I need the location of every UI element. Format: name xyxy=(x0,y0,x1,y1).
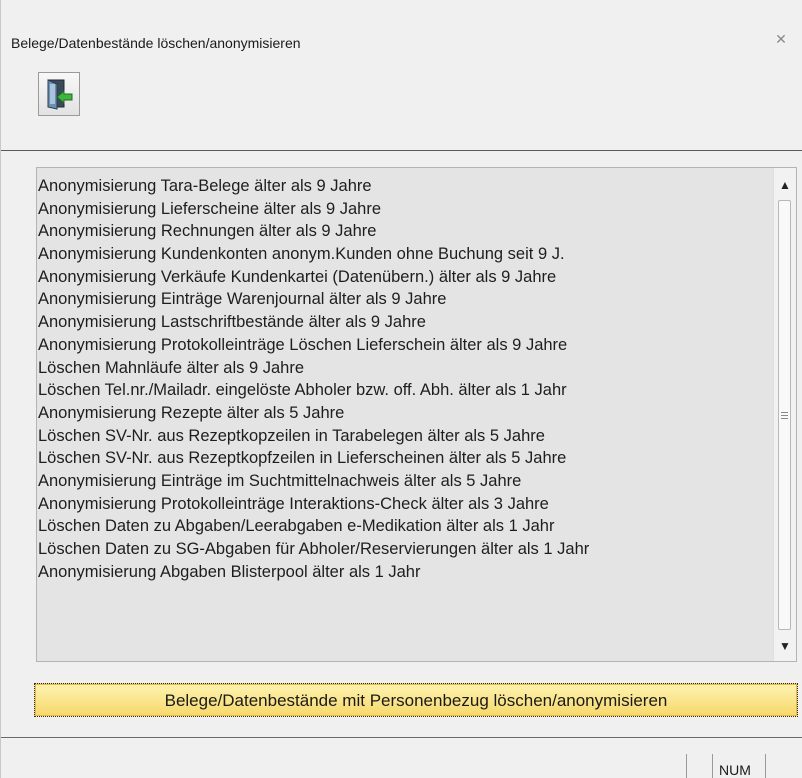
list-item[interactable]: Löschen SV-Nr. aus Rezeptkopfzeilen in L… xyxy=(38,447,589,470)
list-item[interactable]: Löschen Daten zu SG-Abgaben für Abholer/… xyxy=(38,538,589,561)
delete-anonymize-button[interactable]: Belege/Datenbestände mit Personenbezug l… xyxy=(34,683,798,717)
task-list: Anonymisierung Tara-Belege älter als 9 J… xyxy=(38,175,589,583)
status-separator xyxy=(1,737,802,738)
dialog-window: Belege/Datenbestände löschen/anonymisier… xyxy=(0,0,802,778)
list-item[interactable]: Anonymisierung Rechnungen älter als 9 Ja… xyxy=(38,220,589,243)
list-item[interactable]: Anonymisierung Einträge Warenjournal ält… xyxy=(38,288,589,311)
list-item[interactable]: Löschen Daten zu Abgaben/Leerabgaben e-M… xyxy=(38,515,589,538)
list-item[interactable]: Anonymisierung Verkäufe Kundenkartei (Da… xyxy=(38,266,589,289)
list-item[interactable]: Anonymisierung Tara-Belege älter als 9 J… xyxy=(38,175,589,198)
list-item[interactable]: Anonymisierung Einträge im Suchtmittelna… xyxy=(38,470,589,493)
list-item[interactable]: Anonymisierung Protokolleinträge Interak… xyxy=(38,493,589,516)
list-item[interactable]: Anonymisierung Abgaben Blisterpool älter… xyxy=(38,561,589,584)
list-item[interactable]: Löschen SV-Nr. aus Rezeptkopzeilen in Ta… xyxy=(38,425,589,448)
task-listbox[interactable]: Anonymisierung Tara-Belege älter als 9 J… xyxy=(36,167,797,662)
scrollbar-thumb[interactable] xyxy=(778,200,791,630)
exit-button[interactable] xyxy=(38,72,80,116)
list-item[interactable]: Anonymisierung Lastschriftbestände älter… xyxy=(38,311,589,334)
list-item[interactable]: Anonymisierung Rezepte älter als 5 Jahre xyxy=(38,402,589,425)
num-lock-indicator: NUM xyxy=(719,762,751,778)
list-item[interactable]: Löschen Mahnläufe älter als 9 Jahre xyxy=(38,357,589,380)
window-title: Belege/Datenbestände löschen/anonymisier… xyxy=(11,35,301,51)
status-divider xyxy=(765,754,766,778)
exit-door-icon xyxy=(47,79,73,110)
scroll-down-icon[interactable]: ▼ xyxy=(777,639,793,653)
list-item[interactable]: Anonymisierung Lieferscheine älter als 9… xyxy=(38,198,589,221)
status-bar: NUM xyxy=(1,740,802,778)
status-divider xyxy=(686,754,687,778)
status-divider xyxy=(712,754,713,778)
vertical-scrollbar[interactable]: ▲ ▼ xyxy=(773,168,796,661)
list-item[interactable]: Löschen Tel.nr./Mailadr. eingelöste Abho… xyxy=(38,379,589,402)
scroll-up-icon[interactable]: ▲ xyxy=(777,178,793,192)
list-item[interactable]: Anonymisierung Protokolleinträge Löschen… xyxy=(38,334,589,357)
toolbar-separator xyxy=(1,150,802,151)
list-item[interactable]: Anonymisierung Kundenkonten anonym.Kunde… xyxy=(38,243,589,266)
close-icon[interactable]: ✕ xyxy=(774,32,788,46)
